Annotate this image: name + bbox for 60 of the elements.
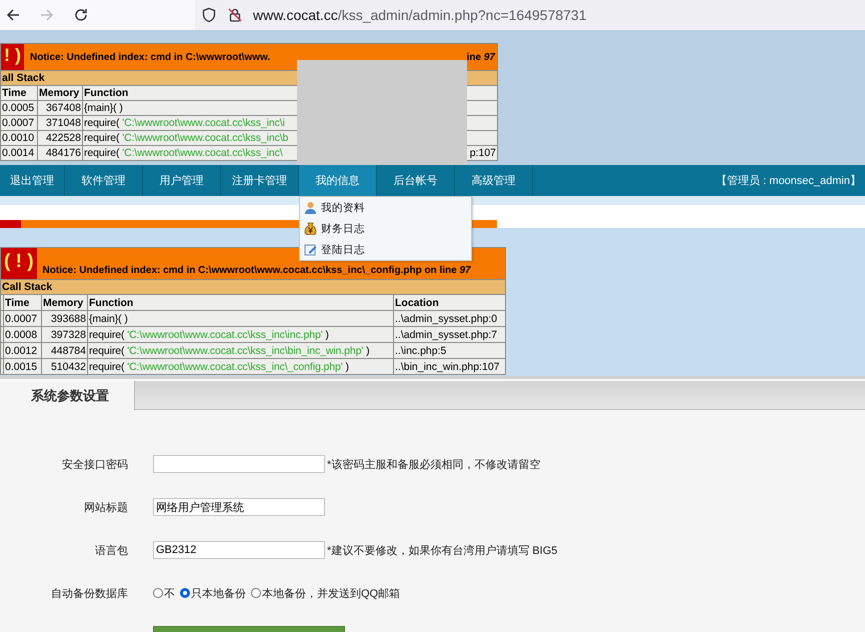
nav-item[interactable]: 后台帐号: [377, 165, 455, 196]
radio-option[interactable]: 本地备份，并发送到QQ邮箱: [251, 586, 400, 600]
table-cell: {main}( ): [88, 310, 394, 326]
table-cell: ..\bin_inc_win.php:107: [394, 358, 506, 374]
table-cell: require( 'C:\wwwroot\www.cocat.cc\kss_inc\_config.php' ): [88, 358, 394, 374]
radio-option[interactable]: 不: [153, 586, 175, 600]
back-icon[interactable]: [5, 7, 21, 23]
edit-icon: [304, 243, 317, 256]
table-cell: 371048: [38, 116, 82, 130]
person-icon: [304, 201, 317, 214]
table-cell: require( 'C:\wwwroot\www.cocat.cc\kss_inc\inc.php' ): [88, 326, 394, 342]
radio-option[interactable]: 只本地备份: [180, 586, 246, 600]
field-label: 自动备份数据库: [50, 586, 128, 600]
shield-icon[interactable]: [201, 7, 217, 23]
column-header: Function: [88, 294, 394, 310]
admin-label: 【管理员 : moonsec_admin】: [716, 174, 862, 188]
table-cell: 0.0008: [4, 326, 42, 342]
table-cell: 0.0007: [0, 116, 38, 130]
table-cell: 0.0007: [4, 310, 42, 326]
input-field[interactable]: [153, 455, 325, 473]
money-bag-icon: [304, 222, 317, 235]
error-badge: ( ! ): [2, 248, 37, 278]
input-field[interactable]: 网络用户管理系统: [153, 498, 325, 516]
input-field[interactable]: GB2312: [153, 541, 325, 559]
table-cell: 0.0010: [0, 130, 38, 146]
table-cell: 0.0014: [0, 146, 38, 160]
address-bar[interactable]: www.cocat.cc/kss_admin/admin.php?nc=1649578731: [195, 0, 865, 30]
column-header: Time: [4, 294, 42, 310]
table-cell: 448784: [42, 342, 88, 358]
table-cell: ..\admin_sysset.php:7: [394, 326, 506, 342]
column-header: Memory: [38, 86, 82, 100]
table-cell: require( 'C:\wwwroot\www.cocat.cc\kss_inc\bin_inc_win.php' ): [88, 342, 394, 358]
stack-title: Call Stack: [0, 280, 506, 294]
field-label: 网站标题: [83, 500, 128, 514]
error-message: Notice: Undefined index: cmd in C:\wwwroot\www.: [30, 52, 270, 62]
error-message: ine 97: [466, 52, 496, 62]
table-cell: 0.0012: [4, 342, 42, 358]
table-cell: 0.0015: [4, 358, 42, 374]
lock-slash-icon[interactable]: [227, 7, 243, 23]
table-cell: 397328: [42, 326, 88, 342]
table-cell: ..\admin_sysset.php:0: [394, 310, 506, 326]
column-header: Memory: [42, 294, 88, 310]
table-cell: 422528: [38, 130, 82, 146]
url-text[interactable]: www.cocat.cc/kss_admin/admin.php?nc=1649578731: [253, 7, 586, 23]
table-cell: 393688: [42, 310, 88, 326]
tab[interactable]: 系统参数设置: [0, 381, 135, 410]
table-cell: 0.0005: [0, 100, 38, 116]
field-label: 语言包: [94, 544, 128, 558]
error-badge: ! ): [2, 44, 24, 70]
field-note: *该密码主服和备服必须相同，不修改请留空: [327, 458, 540, 472]
reload-icon[interactable]: [73, 7, 89, 23]
table-cell: 484176: [38, 146, 82, 160]
field-note: *建议不要修改，如果你有台湾用户请填写 BIG5: [327, 544, 558, 558]
column-header: Time: [0, 86, 38, 100]
error-message: Notice: Undefined index: cmd in C:\wwwroot\www.cocat.cc\kss_inc\_config.php on line 97: [42, 265, 471, 278]
column-header: Location: [394, 294, 506, 310]
field-label: 安全接口密码: [61, 458, 128, 472]
table-cell: ..\inc.php:5: [394, 342, 506, 358]
table-cell: 367408: [38, 100, 82, 116]
table-cell: 510432: [42, 358, 88, 374]
